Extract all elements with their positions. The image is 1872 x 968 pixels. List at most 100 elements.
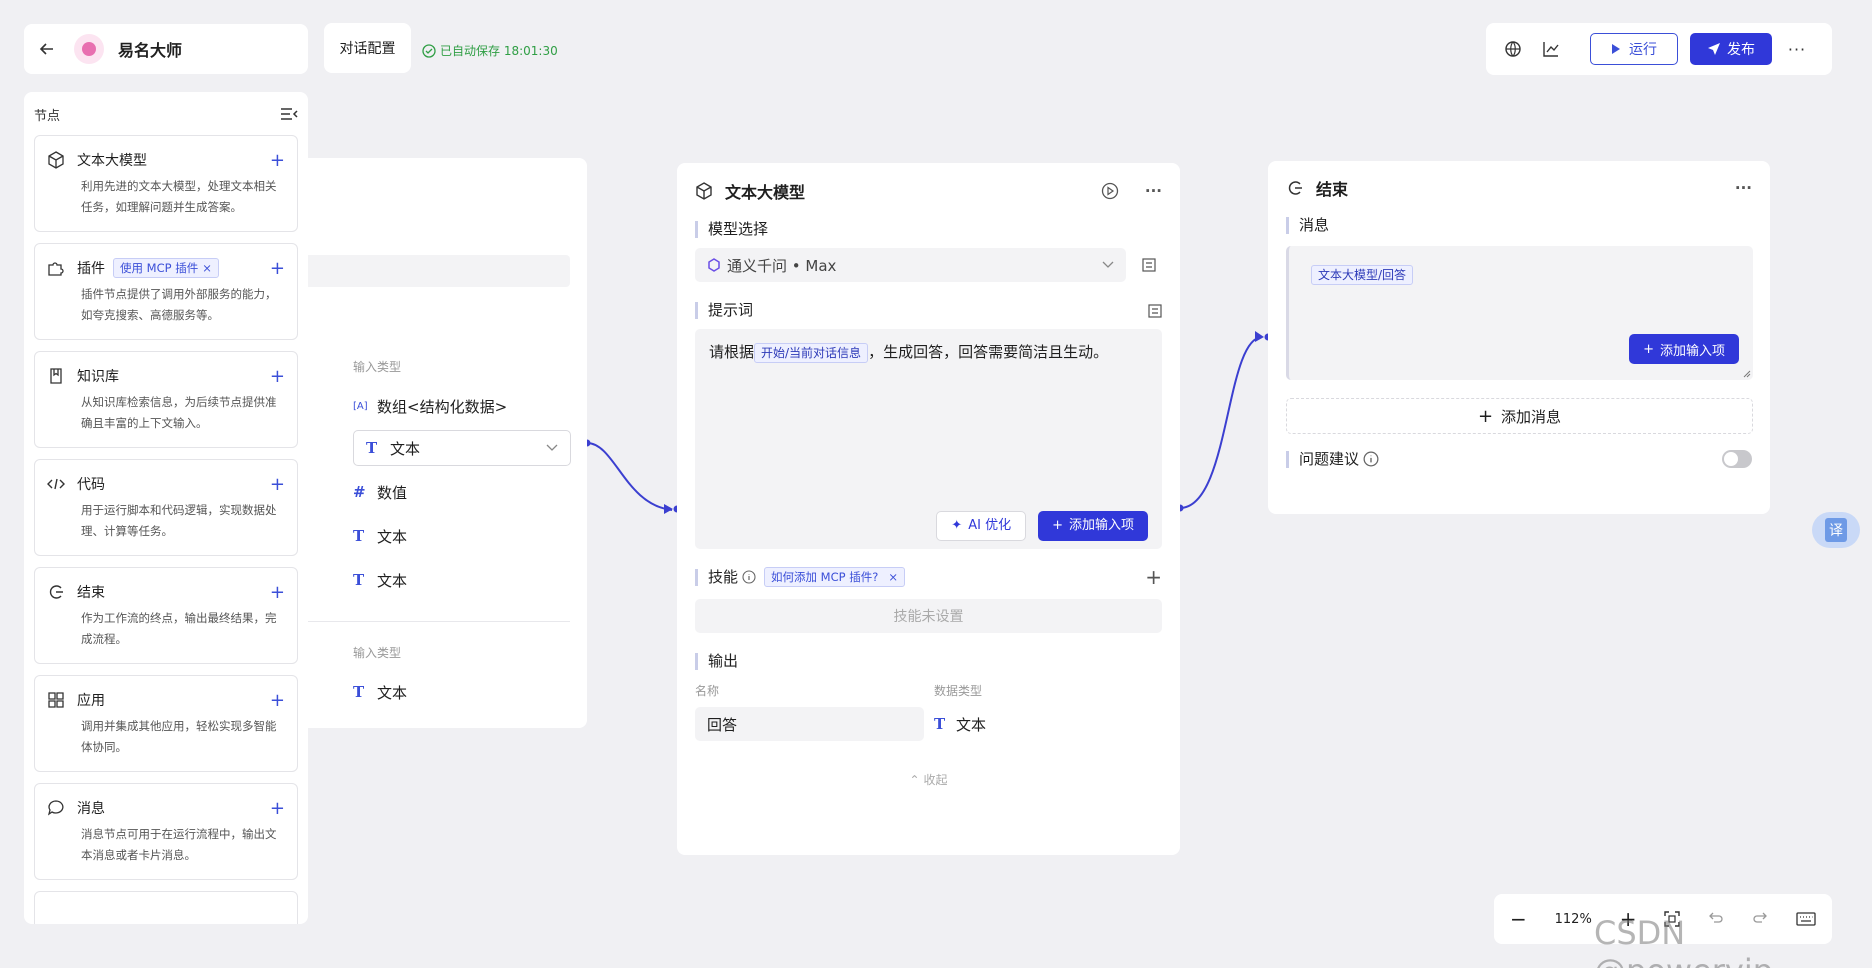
message-section-label: 消息: [1286, 217, 1752, 234]
model-section-label: 模型选择: [695, 221, 1162, 238]
dialog-config-button[interactable]: 对话配置: [324, 23, 411, 73]
publish-label: 发布: [1727, 42, 1755, 58]
cube-icon: [695, 182, 713, 200]
add-node-icon[interactable]: +: [270, 150, 285, 171]
node-title: 文本大模型: [725, 183, 806, 202]
hash-icon: #: [353, 483, 366, 501]
collapse-label: 收起: [923, 773, 948, 787]
type-label: 文本: [377, 571, 408, 590]
model-select-value: 通义千问 • Max: [727, 256, 837, 275]
play-icon: [1611, 43, 1621, 55]
col-header-input-type: 输入类型: [353, 360, 402, 374]
node-header: 文本大模型 ···: [695, 163, 1162, 219]
collapse-panel-icon[interactable]: [280, 107, 298, 121]
mcp-plugin-tag[interactable]: 使用 MCP 插件 ×: [113, 258, 219, 278]
skills-help-tag[interactable]: 如何添加 MCP 插件? ×: [764, 567, 905, 587]
plus-icon: +: [1477, 405, 1494, 427]
watermark: CSDN @powervip: [1594, 914, 1773, 968]
ai-optimize-button[interactable]: ✦ AI 优化: [936, 511, 1027, 541]
text-type-icon: T: [934, 715, 946, 733]
add-node-icon[interactable]: +: [270, 582, 285, 603]
sidebar-item-end[interactable]: 结束 + 作为工作流的终点，输出最终结果，完成流程。: [34, 567, 298, 664]
run-button[interactable]: 运行: [1590, 33, 1678, 65]
app-avatar: [74, 34, 104, 64]
sidebar-item-knowledge[interactable]: 知识库 + 从知识库检索信息，为后续节点提供准确且丰富的上下文输入。: [34, 351, 298, 448]
cube-icon: [47, 151, 65, 169]
zoom-level: 112%: [1554, 911, 1592, 927]
add-message-button[interactable]: + 添加消息: [1286, 398, 1753, 434]
add-input-label: 添加输入项: [1659, 343, 1725, 359]
col-header-input-type-2: 输入类型: [353, 646, 402, 660]
model-settings-icon[interactable]: [1142, 258, 1156, 272]
add-node-icon[interactable]: +: [270, 474, 285, 495]
type-label: 文本: [377, 683, 408, 702]
edge-arrow: [664, 504, 673, 514]
sidebar-item-message[interactable]: 消息 + 消息节点可用于在运行流程中，输出文本消息或者卡片消息。: [34, 783, 298, 880]
sidebar-item-app[interactable]: 应用 + 调用并集成其他应用，轻松实现多智能体协同。: [34, 675, 298, 772]
sidebar-item-label: 代码: [77, 477, 105, 493]
translate-button[interactable]: 译: [1812, 512, 1860, 548]
more-icon[interactable]: ···: [1782, 34, 1812, 64]
grid-icon: [47, 691, 65, 709]
start-node[interactable]: 输入类型 [A] 数组<结构化数据> T 文本 # 数值 T 文本 T 文本 输…: [300, 158, 587, 728]
type-row: T 文本: [353, 558, 571, 602]
globe-icon[interactable]: [1498, 34, 1528, 64]
resize-handle-icon[interactable]: [1743, 370, 1751, 378]
output-type: T 文本: [934, 714, 986, 735]
suggest-toggle[interactable]: [1722, 450, 1752, 468]
prompt-template-icon[interactable]: [1148, 303, 1162, 318]
sidebar-item-desc: 用于运行脚本和代码逻辑，实现数据处理、计算等任务。: [81, 503, 277, 538]
sidebar-item-label: 结束: [77, 585, 105, 601]
sidebar-item-code[interactable]: 代码 + 用于运行脚本和代码逻辑，实现数据处理、计算等任务。: [34, 459, 298, 556]
message-editor[interactable]: 文本大模型/回答 + 添加输入项: [1286, 246, 1753, 380]
sidebar-item-partial[interactable]: [34, 891, 298, 924]
sidebar-header: 节点: [34, 104, 298, 124]
add-input-button[interactable]: + 添加输入项: [1629, 334, 1739, 364]
chart-line-icon[interactable]: [1536, 34, 1566, 64]
prompt-editor[interactable]: 请根据 开始/当前对话信息 ，生成回答，回答需要简洁且生动。 ✦ AI 优化 + 添…: [695, 329, 1162, 549]
sidebar-item-label: 文本大模型: [77, 153, 147, 169]
sidebar-item-plugin[interactable]: 插件 使用 MCP 插件 × + 插件节点提供了调用外部服务的能力，如夸克搜索、…: [34, 243, 298, 340]
add-node-icon[interactable]: +: [270, 258, 285, 279]
end-icon: [1286, 179, 1304, 197]
type-row: T 文本: [353, 670, 407, 714]
publish-button[interactable]: 发布: [1690, 33, 1772, 65]
add-node-icon[interactable]: +: [270, 798, 285, 819]
autosave-text: 已自动保存 18:01:30: [440, 44, 558, 58]
output-type-value: 文本: [956, 715, 987, 734]
back-arrow-icon[interactable]: [38, 40, 56, 58]
add-node-icon[interactable]: +: [270, 690, 285, 711]
prompt-text-before: 请根据: [709, 343, 755, 361]
translate-label: 译: [1825, 518, 1847, 542]
add-input-button[interactable]: + 添加输入项: [1038, 511, 1148, 541]
close-icon[interactable]: ×: [202, 261, 212, 275]
sidebar-item-desc: 利用先进的文本大模型，处理文本相关任务，如理解问题并生成答案。: [81, 179, 277, 214]
variable-tag[interactable]: 文本大模型/回答: [1311, 265, 1414, 285]
output-name-field[interactable]: 回答: [695, 707, 924, 741]
qwen-logo-icon: [707, 258, 721, 272]
output-section-label: 输出: [695, 653, 1162, 670]
llm-node[interactable]: 文本大模型 ··· 模型选择 通义千问 • Max 提示词 请根据 开始/当前对话…: [677, 163, 1180, 855]
send-icon: [1707, 42, 1721, 56]
info-icon[interactable]: [1363, 451, 1379, 467]
sidebar-title: 节点: [34, 108, 61, 124]
chevron-up-icon: ⌃: [909, 772, 920, 787]
sidebar-item-desc: 调用并集成其他应用，轻松实现多智能体协同。: [81, 719, 277, 754]
skills-help-label: 如何添加 MCP 插件?: [771, 570, 879, 584]
zoom-out-icon[interactable]: −: [1510, 907, 1527, 931]
sidebar-item-llm[interactable]: 文本大模型 + 利用先进的文本大模型，处理文本相关任务，如理解问题并生成答案。: [34, 135, 298, 232]
model-select[interactable]: 通义千问 • Max: [695, 248, 1126, 282]
run-node-icon[interactable]: [1101, 182, 1119, 200]
more-icon[interactable]: ···: [1735, 179, 1752, 197]
skills-empty-text: 技能未设置: [893, 609, 964, 625]
end-node[interactable]: 结束 ··· 消息 文本大模型/回答 + 添加输入项 + 添加消息 问题建议: [1268, 161, 1770, 514]
info-icon[interactable]: [742, 570, 756, 584]
variable-tag[interactable]: 开始/当前对话信息: [754, 343, 869, 363]
type-select[interactable]: T 文本: [353, 430, 571, 466]
add-node-icon[interactable]: +: [270, 366, 285, 387]
add-message-label: 添加消息: [1501, 407, 1562, 426]
add-skill-icon[interactable]: +: [1145, 565, 1162, 589]
collapse-button[interactable]: ⌃ 收起: [695, 771, 1162, 788]
more-icon[interactable]: ···: [1145, 182, 1162, 200]
close-icon[interactable]: ×: [888, 570, 898, 584]
